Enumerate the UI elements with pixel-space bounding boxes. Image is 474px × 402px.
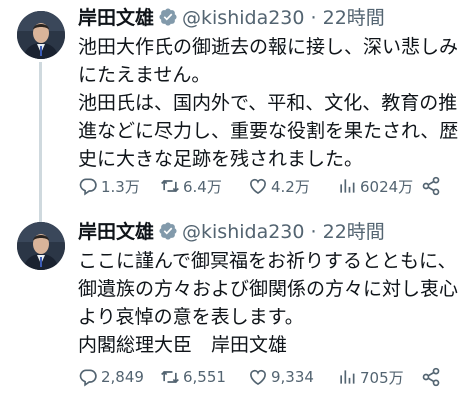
verified-badge-icon[interactable] xyxy=(158,221,178,241)
like-count: 4.2万 xyxy=(271,177,310,196)
timestamp[interactable]: 22時間 xyxy=(323,7,385,29)
action-bar: 2,849 6,551 9,334 705万 xyxy=(78,364,470,390)
reply-count: 2,849 xyxy=(101,368,144,386)
share-button[interactable] xyxy=(421,173,444,199)
avatar-portrait-image xyxy=(17,222,65,270)
avatar[interactable] xyxy=(17,11,65,59)
avatar[interactable] xyxy=(17,222,65,270)
tweet[interactable]: 岸田文雄 @kishida230 · 22時間 池田大作氏の御逝去の報に接し、深い… xyxy=(0,0,474,222)
views-icon xyxy=(340,370,355,384)
verified-badge-icon[interactable] xyxy=(158,7,178,27)
tweet[interactable]: 岸田文雄 @kishida230 · 22時間 ここに謹んで御冥福をお祈りするとと… xyxy=(0,214,474,402)
separator-dot: · xyxy=(304,221,323,243)
author-handle[interactable]: @kishida230 xyxy=(182,221,304,243)
view-count: 6024万 xyxy=(360,177,414,196)
view-count: 705万 xyxy=(360,368,404,387)
heart-icon xyxy=(250,178,266,195)
thread-line xyxy=(39,62,42,222)
retweet-count: 6.4万 xyxy=(183,177,222,196)
like-button[interactable]: 9,334 xyxy=(248,364,314,390)
reply-icon xyxy=(79,369,97,387)
like-count: 9,334 xyxy=(271,368,314,386)
share-button[interactable] xyxy=(421,364,444,390)
action-bar: 1.3万 6.4万 4.2万 6024万 xyxy=(78,173,470,199)
tweet-paragraph: 池田氏は、国内外で、平和、文化、教育の推進などに尽力し、重要な役割を果たされ、歴… xyxy=(78,92,459,170)
tweet-header: 岸田文雄 @kishida230 · 22時間 xyxy=(78,220,385,244)
reply-button[interactable]: 2,849 xyxy=(78,364,144,390)
views-icon xyxy=(340,179,355,193)
separator-dot: · xyxy=(304,7,323,29)
author-handle[interactable]: @kishida230 xyxy=(182,7,304,29)
tweet-paragraph: ここに謹んで御冥福をお祈りするとともに、御遺族の方々および御関係の方々に対し衷心… xyxy=(78,250,459,328)
tweet-paragraph: 内閣総理大臣 岸田文雄 xyxy=(78,334,288,356)
tweet-text: 池田大作氏の御逝去の報に接し、深い悲しみにたえません。 池田氏は、国内外で、平和… xyxy=(78,33,466,173)
reply-count: 1.3万 xyxy=(101,177,140,196)
retweet-icon xyxy=(161,370,179,384)
timestamp[interactable]: 22時間 xyxy=(323,221,385,243)
tweet-paragraph: 池田大作氏の御逝去の報に接し、深い悲しみにたえません。 xyxy=(78,36,459,86)
retweet-icon xyxy=(161,179,179,193)
avatar-portrait-image xyxy=(17,11,65,59)
heart-icon xyxy=(250,369,266,386)
author-name[interactable]: 岸田文雄 xyxy=(78,7,154,29)
tweet-text: ここに謹んで御冥福をお祈りするとともに、御遺族の方々および御関係の方々に対し衷心… xyxy=(78,247,466,359)
retweet-button[interactable]: 6,551 xyxy=(160,364,226,390)
reply-icon xyxy=(79,178,97,196)
views-button[interactable]: 6024万 xyxy=(337,173,413,199)
share-icon xyxy=(422,176,440,196)
tweet-header: 岸田文雄 @kishida230 · 22時間 xyxy=(78,6,385,30)
author-name[interactable]: 岸田文雄 xyxy=(78,221,154,243)
views-button[interactable]: 705万 xyxy=(337,364,404,390)
retweet-count: 6,551 xyxy=(183,368,226,386)
retweet-button[interactable]: 6.4万 xyxy=(160,173,222,199)
reply-button[interactable]: 1.3万 xyxy=(78,173,140,199)
share-icon xyxy=(422,367,440,387)
like-button[interactable]: 4.2万 xyxy=(248,173,310,199)
